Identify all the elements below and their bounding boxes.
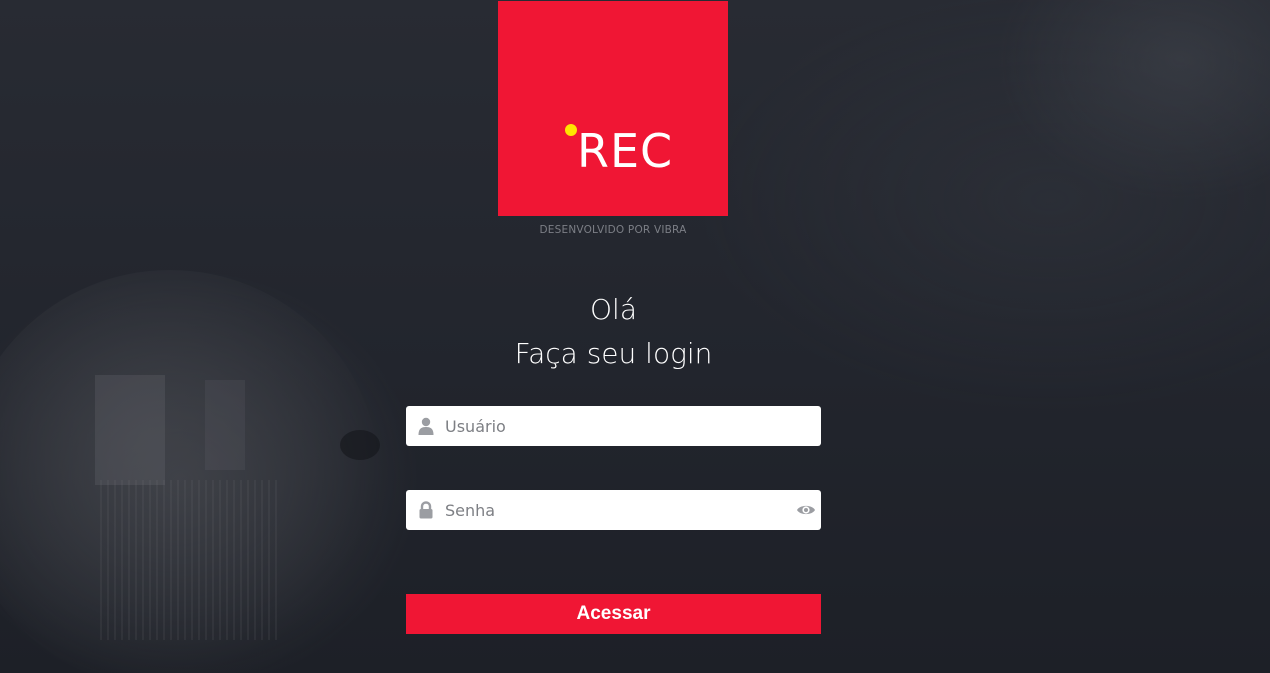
user-icon: [418, 417, 434, 435]
logo-text: REC: [577, 124, 674, 178]
developer-credit: DESENVOLVIDO POR VIBRA: [539, 224, 687, 236]
background-shape: [205, 380, 245, 470]
background-shape: [340, 430, 380, 460]
background-ball-image: [0, 270, 380, 673]
eye-icon[interactable]: [796, 502, 816, 518]
password-input[interactable]: [445, 490, 785, 530]
background-shape: [95, 375, 165, 485]
rec-logo: [498, 1, 728, 216]
background-net: [100, 480, 280, 640]
logo-recording-dot: [565, 124, 577, 136]
username-field[interactable]: [406, 406, 821, 446]
password-field[interactable]: [406, 490, 821, 530]
login-subtitle: Faça seu login: [514, 337, 713, 370]
lock-icon: [418, 501, 434, 519]
login-button[interactable]: Acessar: [406, 594, 821, 634]
greeting-title: Olá: [590, 293, 637, 326]
username-input[interactable]: [445, 406, 785, 446]
